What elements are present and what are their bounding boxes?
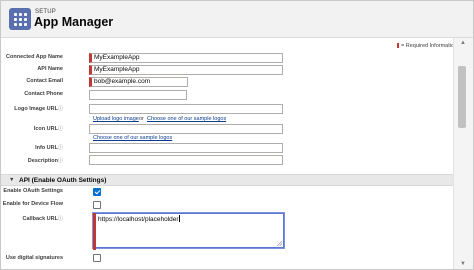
connected-app-name-label: Connected App Name <box>6 54 63 60</box>
digital-signatures-checkbox[interactable] <box>93 254 101 262</box>
grid-app-icon <box>9 8 31 30</box>
enable-oauth-checkbox[interactable] <box>93 188 101 196</box>
info-url-label: Info URLⓘ <box>35 145 63 151</box>
required-marker <box>93 213 96 250</box>
contact-email-label: Contact Email <box>26 78 63 84</box>
or-text: or <box>139 116 144 122</box>
callback-url-textarea[interactable]: https://localhost/placeholder <box>93 213 284 250</box>
icon-url-input[interactable] <box>89 124 283 134</box>
icon-url-label: Icon URLⓘ <box>33 126 63 132</box>
scroll-up-icon[interactable]: ▲ <box>460 40 466 46</box>
form-content: = Required Information Connected App Nam… <box>1 38 457 269</box>
page-title: App Manager <box>34 15 114 29</box>
description-label: Descriptionⓘ <box>27 158 63 164</box>
page-header: SETUP App Manager <box>1 1 473 38</box>
resize-handle-icon[interactable] <box>277 241 282 246</box>
scroll-down-icon[interactable]: ▼ <box>460 261 466 267</box>
api-section-title: API (Enable OAuth Settings) <box>19 176 107 184</box>
logo-image-url-label: Logo Image URLⓘ <box>14 106 63 112</box>
digital-signatures-label: Use digital signatures <box>5 255 63 261</box>
api-name-input[interactable]: MyExampleApp <box>89 65 283 75</box>
app-window: SETUP App Manager = Required Information… <box>0 0 474 270</box>
info-url-input[interactable] <box>89 143 283 153</box>
callback-url-label: Callback URLⓘ <box>22 216 63 222</box>
contact-email-input[interactable]: bob@example.com <box>89 77 188 87</box>
collapse-triangle-icon[interactable]: ▼ <box>9 177 14 183</box>
help-icon[interactable]: ⓘ <box>58 216 63 222</box>
required-marker <box>397 43 399 48</box>
connected-app-name-input[interactable]: MyExampleApp <box>89 53 283 63</box>
choose-sample-icon-link[interactable]: Choose one of our sample logos <box>93 135 172 141</box>
api-name-label: API Name <box>37 66 63 72</box>
help-icon[interactable]: ⓘ <box>58 126 63 132</box>
scrollbar-thumb[interactable] <box>458 66 466 128</box>
choose-sample-logo-link[interactable]: Choose one of our sample logos <box>147 116 226 122</box>
contact-phone-label: Contact Phone <box>24 91 63 97</box>
upload-logo-link[interactable]: Upload logo image <box>93 116 139 122</box>
contact-phone-input[interactable] <box>89 90 187 100</box>
help-icon[interactable]: ⓘ <box>58 158 63 164</box>
description-input[interactable] <box>89 155 283 165</box>
device-flow-checkbox[interactable] <box>93 201 101 209</box>
help-icon[interactable]: ⓘ <box>58 145 63 151</box>
enable-oauth-label: Enable OAuth Settings <box>3 188 63 194</box>
device-flow-label: Enable for Device Flow <box>2 201 63 207</box>
vertical-scrollbar[interactable]: ▲ ▼ <box>453 38 473 269</box>
callback-url-value: https://localhost/placeholder <box>98 215 180 223</box>
help-icon[interactable]: ⓘ <box>58 106 63 112</box>
required-info-note: = Required Information <box>397 43 457 49</box>
logo-image-url-input[interactable] <box>89 104 283 114</box>
api-section-header[interactable]: ▼ API (Enable OAuth Settings) <box>1 174 453 186</box>
